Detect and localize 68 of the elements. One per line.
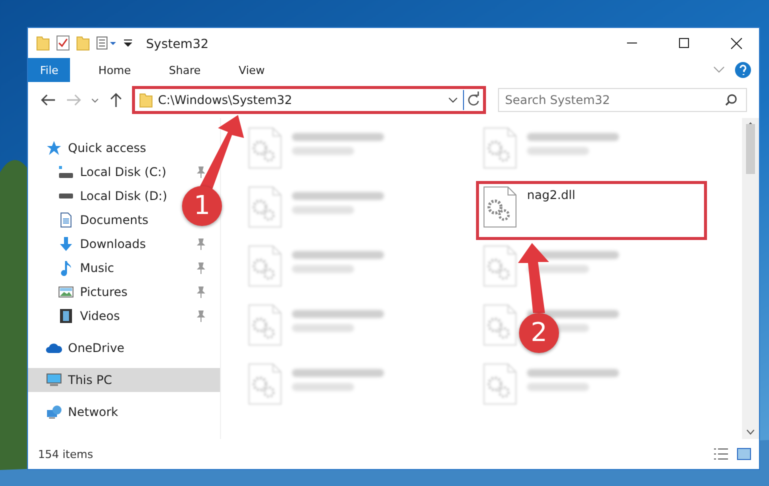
sidebar-item[interactable]: Local Disk (D:) [80, 189, 168, 203]
window-title: System32 [146, 36, 210, 50]
sidebar-item[interactable]: OneDrive [28, 336, 220, 360]
item-count: 154 items [38, 448, 94, 460]
music-icon [58, 260, 74, 276]
ribbon-tab[interactable]: View [224, 58, 279, 82]
sidebar-item[interactable]: Network [28, 400, 220, 424]
address-path: C:\Windows\System32 [158, 93, 294, 107]
sidebar-item[interactable]: Local Disk (C:) [80, 165, 166, 179]
folder-icon [139, 92, 153, 108]
monitor-icon [46, 372, 62, 388]
arrow-callout [518, 243, 549, 313]
picture-icon [58, 284, 74, 300]
pin-icon[interactable] [196, 238, 206, 250]
file-icon [248, 127, 282, 169]
file-name: nag2.dll [527, 188, 576, 204]
sidebar-item[interactable]: Documents [80, 213, 148, 227]
close-icon[interactable] [730, 38, 742, 48]
network-icon [46, 404, 62, 420]
folder-icon [36, 36, 50, 50]
pin-icon[interactable] [196, 262, 206, 274]
sidebar-item[interactable]: This PC [28, 368, 220, 392]
drive-icon [58, 193, 74, 199]
file-icon [483, 304, 517, 346]
minimize-icon[interactable] [627, 42, 637, 44]
download-icon [58, 236, 74, 252]
properties-icon[interactable] [96, 36, 118, 50]
search-icon[interactable] [725, 94, 737, 106]
chevron-down-icon[interactable] [448, 97, 458, 103]
address-bar[interactable]: C:\Windows\System32 [132, 86, 486, 114]
search-field[interactable]: Search System32 [498, 88, 747, 112]
file-icon [483, 186, 517, 228]
large-icons-view-icon[interactable] [737, 448, 751, 460]
sidebar-item[interactable]: Videos [80, 309, 120, 323]
film-icon [58, 308, 74, 324]
pin-icon[interactable] [196, 166, 206, 178]
file-icon [483, 245, 517, 287]
details-view-icon[interactable] [713, 448, 729, 460]
file-menu-button[interactable]: File [28, 58, 70, 82]
ribbon-tab[interactable]: Home [84, 58, 145, 82]
checklist-icon[interactable] [56, 35, 70, 51]
file-icon [248, 186, 282, 228]
ribbon-tab[interactable]: Share [154, 58, 215, 82]
pin-icon[interactable] [196, 310, 206, 322]
folder-icon [76, 36, 90, 50]
file-icon [248, 363, 282, 405]
sidebar-item[interactable]: Pictures [80, 285, 128, 299]
maximize-icon[interactable] [679, 38, 689, 48]
file-tile[interactable]: nag2.dll [476, 181, 707, 240]
scroll-thumb[interactable] [746, 124, 755, 174]
star-icon [46, 140, 62, 156]
pin-icon[interactable] [196, 286, 206, 298]
document-icon [58, 212, 74, 228]
file-icon [248, 304, 282, 346]
help-icon[interactable] [735, 62, 751, 78]
file-icon [483, 363, 517, 405]
file-icon [248, 245, 282, 287]
drive-icon [58, 165, 74, 179]
sidebar-item[interactable]: Quick access [28, 136, 220, 160]
dropdown-icon[interactable] [124, 39, 132, 47]
up-arrow-icon[interactable] [110, 93, 122, 107]
scroll-down-icon[interactable] [746, 429, 755, 435]
sidebar-item[interactable]: Music [80, 261, 114, 275]
chevron-down-icon[interactable] [91, 98, 99, 102]
scrollbar[interactable] [742, 118, 759, 439]
sidebar-item[interactable]: Downloads [80, 237, 146, 251]
back-arrow-icon[interactable] [41, 94, 55, 106]
file-icon [483, 127, 517, 169]
